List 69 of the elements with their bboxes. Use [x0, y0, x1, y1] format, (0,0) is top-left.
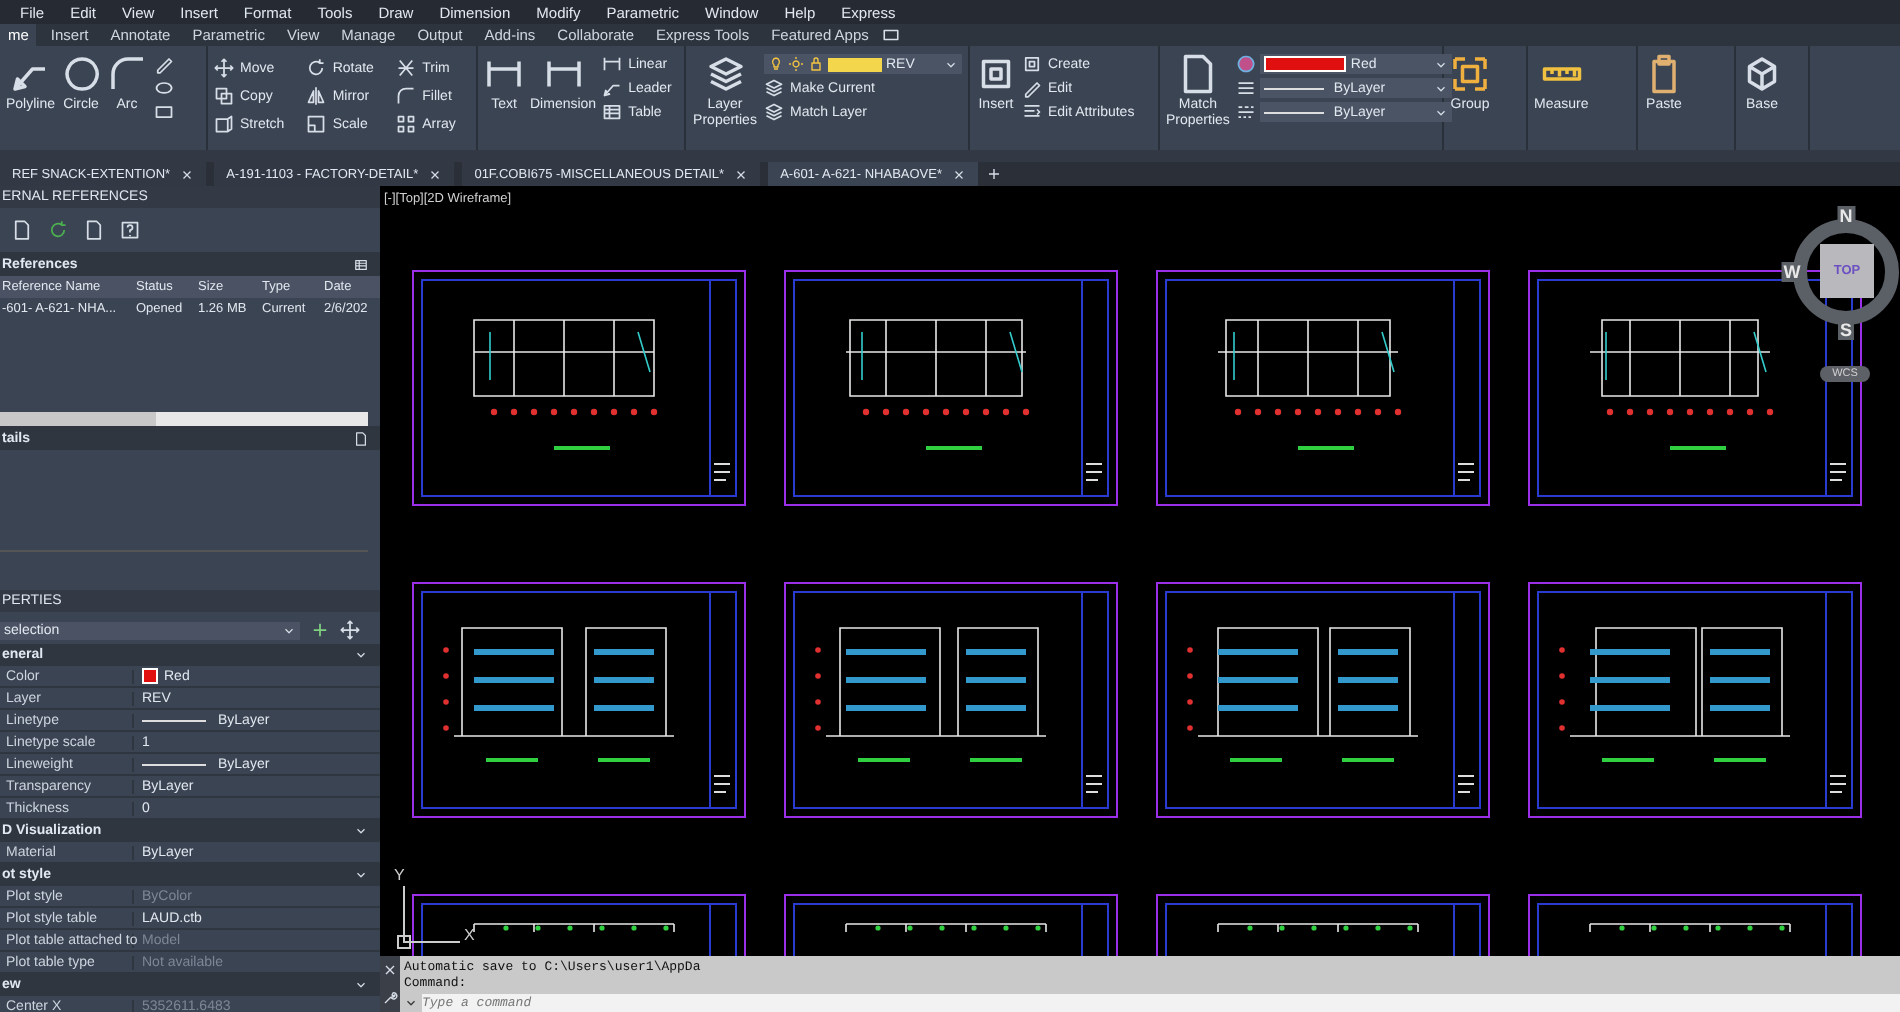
- title-block-drawing: [1457, 463, 1475, 481]
- color-swatch: [142, 668, 158, 684]
- curve-icon: [107, 54, 148, 94]
- lineweight-icon: [1235, 78, 1256, 98]
- layers-icon: [764, 102, 784, 122]
- tool-button[interactable]: [153, 78, 174, 98]
- sun-icon: [788, 56, 804, 72]
- axis-label: X: [464, 926, 475, 944]
- document-icon: [12, 220, 32, 240]
- attribute-icon: [1022, 102, 1042, 122]
- compass-label[interactable]: W: [1781, 262, 1803, 282]
- tool-button[interactable]: [153, 102, 174, 122]
- title-block-drawing: [1085, 775, 1103, 793]
- axis-label: Y: [394, 866, 405, 884]
- plus-icon: [986, 166, 1003, 182]
- close-icon: [382, 962, 398, 978]
- title-block-drawing: [1085, 463, 1103, 481]
- title-block-drawing: [713, 463, 731, 481]
- close-icon: [428, 167, 443, 181]
- document-icon: [84, 220, 104, 240]
- cross-arrows-icon: [340, 620, 360, 640]
- title-block-drawing: [1829, 463, 1847, 481]
- bulb-icon: [768, 56, 784, 72]
- close-icon: [180, 167, 195, 181]
- title-block-drawing: [713, 775, 731, 793]
- caret-icon: [404, 996, 418, 1010]
- refresh-icon: [48, 220, 68, 240]
- ucs-axes-icon: [396, 882, 464, 950]
- caret-icon: [282, 623, 296, 637]
- pencil-icon: [1022, 78, 1042, 98]
- close-icon: [952, 167, 967, 181]
- group-icon: [1450, 54, 1490, 94]
- tool-button[interactable]: [153, 54, 174, 74]
- caret-icon: [354, 978, 368, 992]
- circular-arrow-icon: [306, 58, 327, 78]
- rectangle-icon: [882, 26, 901, 44]
- layers-icon: [764, 78, 784, 98]
- mirrored-triangles-icon: [306, 86, 327, 106]
- two-squares-icon: [214, 86, 234, 106]
- pencil-icon: [153, 54, 174, 74]
- close-icon: [734, 167, 749, 181]
- cube-icon: [1742, 54, 1782, 94]
- table-icon: [354, 257, 368, 271]
- layers-icon: [705, 54, 745, 94]
- dimension-line-icon: [602, 54, 623, 74]
- linetype-icon: [1235, 102, 1256, 122]
- compass-label[interactable]: N: [1837, 206, 1855, 226]
- nested-squares-icon: [306, 114, 327, 134]
- title-block-drawing: [1457, 775, 1475, 793]
- compass-label[interactable]: S: [1838, 320, 1854, 340]
- rectangle-icon: [153, 102, 174, 122]
- caret-icon: [354, 868, 368, 882]
- settings-icon: [382, 990, 398, 1006]
- horizontal-scrollbar[interactable]: [0, 412, 368, 426]
- cross-arrows-icon: [214, 58, 234, 78]
- block-icon: [976, 54, 1016, 94]
- lock-icon: [808, 56, 824, 72]
- caret-icon: [944, 57, 958, 71]
- document-icon: [354, 431, 368, 445]
- caret-icon: [354, 648, 368, 662]
- crossed-lines-icon: [396, 58, 417, 78]
- caret-icon: [354, 824, 368, 838]
- title-block-drawing: [1829, 775, 1847, 793]
- block-icon: [1022, 54, 1042, 74]
- plus-icon: [310, 620, 330, 640]
- curve-icon: [396, 86, 417, 106]
- help-icon: [120, 220, 140, 240]
- grid-icon: [396, 114, 417, 134]
- table-icon: [602, 102, 623, 122]
